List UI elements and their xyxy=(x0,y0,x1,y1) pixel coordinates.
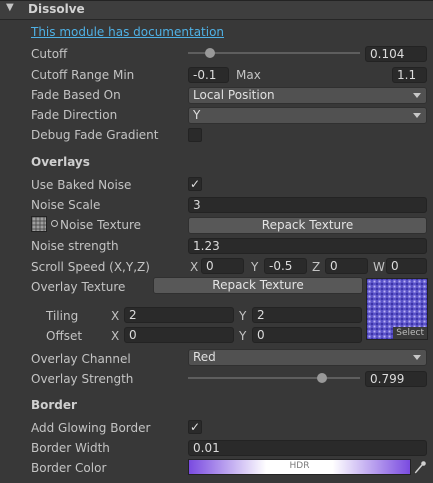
noise-texture-thumbnail-icon[interactable] xyxy=(31,216,47,232)
noise-texture-label: Noise Texture xyxy=(60,218,142,232)
offset-label: Offset xyxy=(46,329,83,343)
noise-strength-label: Noise strength xyxy=(31,239,119,253)
border-width-field[interactable]: 0.01 xyxy=(188,440,427,456)
overlay-channel-label: Overlay Channel xyxy=(31,352,131,366)
module-title: Dissolve xyxy=(28,2,85,16)
noise-scale-field[interactable]: 3 xyxy=(188,197,427,213)
border-section-heading: Border xyxy=(31,398,77,412)
debug-fade-gradient-label: Debug Fade Gradient xyxy=(31,128,159,142)
cutoff-value-field[interactable]: 0.104 xyxy=(365,46,427,62)
overlay-strength-label: Overlay Strength xyxy=(31,372,134,386)
noise-strength-field[interactable]: 1.23 xyxy=(188,238,427,254)
add-glowing-border-label: Add Glowing Border xyxy=(31,421,151,435)
overlay-strength-value-field[interactable]: 0.799 xyxy=(365,371,427,387)
overlay-texture-select-button[interactable]: Select xyxy=(393,327,427,339)
overlay-texture-label: Overlay Texture xyxy=(31,280,126,294)
overlay-channel-value: Red xyxy=(193,350,216,364)
cutoff-range-max-field[interactable]: 1.1 xyxy=(392,67,427,83)
overlay-channel-dropdown[interactable]: Red xyxy=(188,349,427,366)
add-glowing-border-checkbox[interactable]: ✓ xyxy=(188,420,202,434)
tiling-x-field[interactable]: 2 xyxy=(124,307,234,323)
overlays-section-heading: Overlays xyxy=(31,155,90,169)
chevron-down-icon xyxy=(413,93,421,98)
cutoff-label: Cutoff xyxy=(31,47,68,61)
scroll-speed-w-label: W xyxy=(373,260,385,274)
module-header[interactable]: ▼ Dissolve xyxy=(0,1,433,20)
eyedropper-icon[interactable] xyxy=(413,459,427,475)
scroll-speed-x-field[interactable]: 0 xyxy=(201,258,244,274)
offset-x-label: X xyxy=(111,329,120,343)
fade-direction-label: Fade Direction xyxy=(31,108,118,122)
offset-x-field[interactable]: 0 xyxy=(124,327,234,343)
fade-direction-value: Y xyxy=(193,108,201,122)
tiling-y-field[interactable]: 2 xyxy=(252,307,362,323)
scroll-speed-y-field[interactable]: -0.5 xyxy=(264,258,307,274)
border-color-swatch[interactable]: HDR xyxy=(188,459,411,475)
scroll-speed-z-label: Z xyxy=(312,260,321,274)
scroll-speed-w-field[interactable]: 0 xyxy=(386,258,427,274)
overlay-strength-slider-thumb[interactable] xyxy=(317,373,328,383)
use-baked-noise-label: Use Baked Noise xyxy=(31,178,132,192)
fade-based-on-value: Local Position xyxy=(193,88,275,102)
cutoff-slider[interactable] xyxy=(188,45,360,61)
noise-scale-label: Noise Scale xyxy=(31,198,101,212)
fade-direction-dropdown[interactable]: Y xyxy=(188,107,427,124)
cutoff-range-min-field[interactable]: -0.1 xyxy=(188,67,229,83)
checkmark-icon: ✓ xyxy=(189,420,201,434)
overlay-strength-slider-track xyxy=(188,377,360,379)
overlay-strength-slider[interactable] xyxy=(188,370,360,386)
tiling-y-label: Y xyxy=(239,309,247,323)
object-picker-icon[interactable] xyxy=(51,220,58,227)
checkmark-icon: ✓ xyxy=(189,177,201,191)
scroll-speed-y-label: Y xyxy=(251,260,259,274)
chevron-down-icon xyxy=(413,355,421,360)
tiling-x-label: X xyxy=(111,309,120,323)
tiling-label: Tiling xyxy=(46,309,79,323)
hdr-label: HDR xyxy=(289,461,310,471)
cutoff-range-max-label: Max xyxy=(236,68,261,82)
fade-based-on-dropdown[interactable]: Local Position xyxy=(188,87,427,104)
noise-repack-texture-button[interactable]: Repack Texture xyxy=(188,217,427,234)
overlay-repack-texture-button[interactable]: Repack Texture xyxy=(153,277,363,294)
debug-fade-gradient-checkbox[interactable] xyxy=(188,128,202,142)
scroll-speed-z-field[interactable]: 0 xyxy=(325,258,368,274)
chevron-down-icon xyxy=(413,113,421,118)
border-width-label: Border Width xyxy=(31,441,110,455)
overlay-texture-preview[interactable]: Select xyxy=(366,278,428,340)
use-baked-noise-checkbox[interactable]: ✓ xyxy=(188,177,202,191)
fade-based-on-label: Fade Based On xyxy=(31,88,121,102)
cutoff-range-label: Cutoff Range Min xyxy=(31,68,135,82)
documentation-link[interactable]: This module has documentation xyxy=(31,25,224,39)
offset-y-label: Y xyxy=(239,329,247,343)
scroll-speed-x-label: X xyxy=(190,260,199,274)
border-color-label: Border Color xyxy=(31,461,107,475)
offset-y-field[interactable]: 0 xyxy=(252,327,362,343)
cutoff-slider-thumb[interactable] xyxy=(204,48,215,58)
triangle-down-icon[interactable]: ▼ xyxy=(6,2,14,13)
scroll-speed-label: Scroll Speed (X,Y,Z) xyxy=(31,260,150,274)
